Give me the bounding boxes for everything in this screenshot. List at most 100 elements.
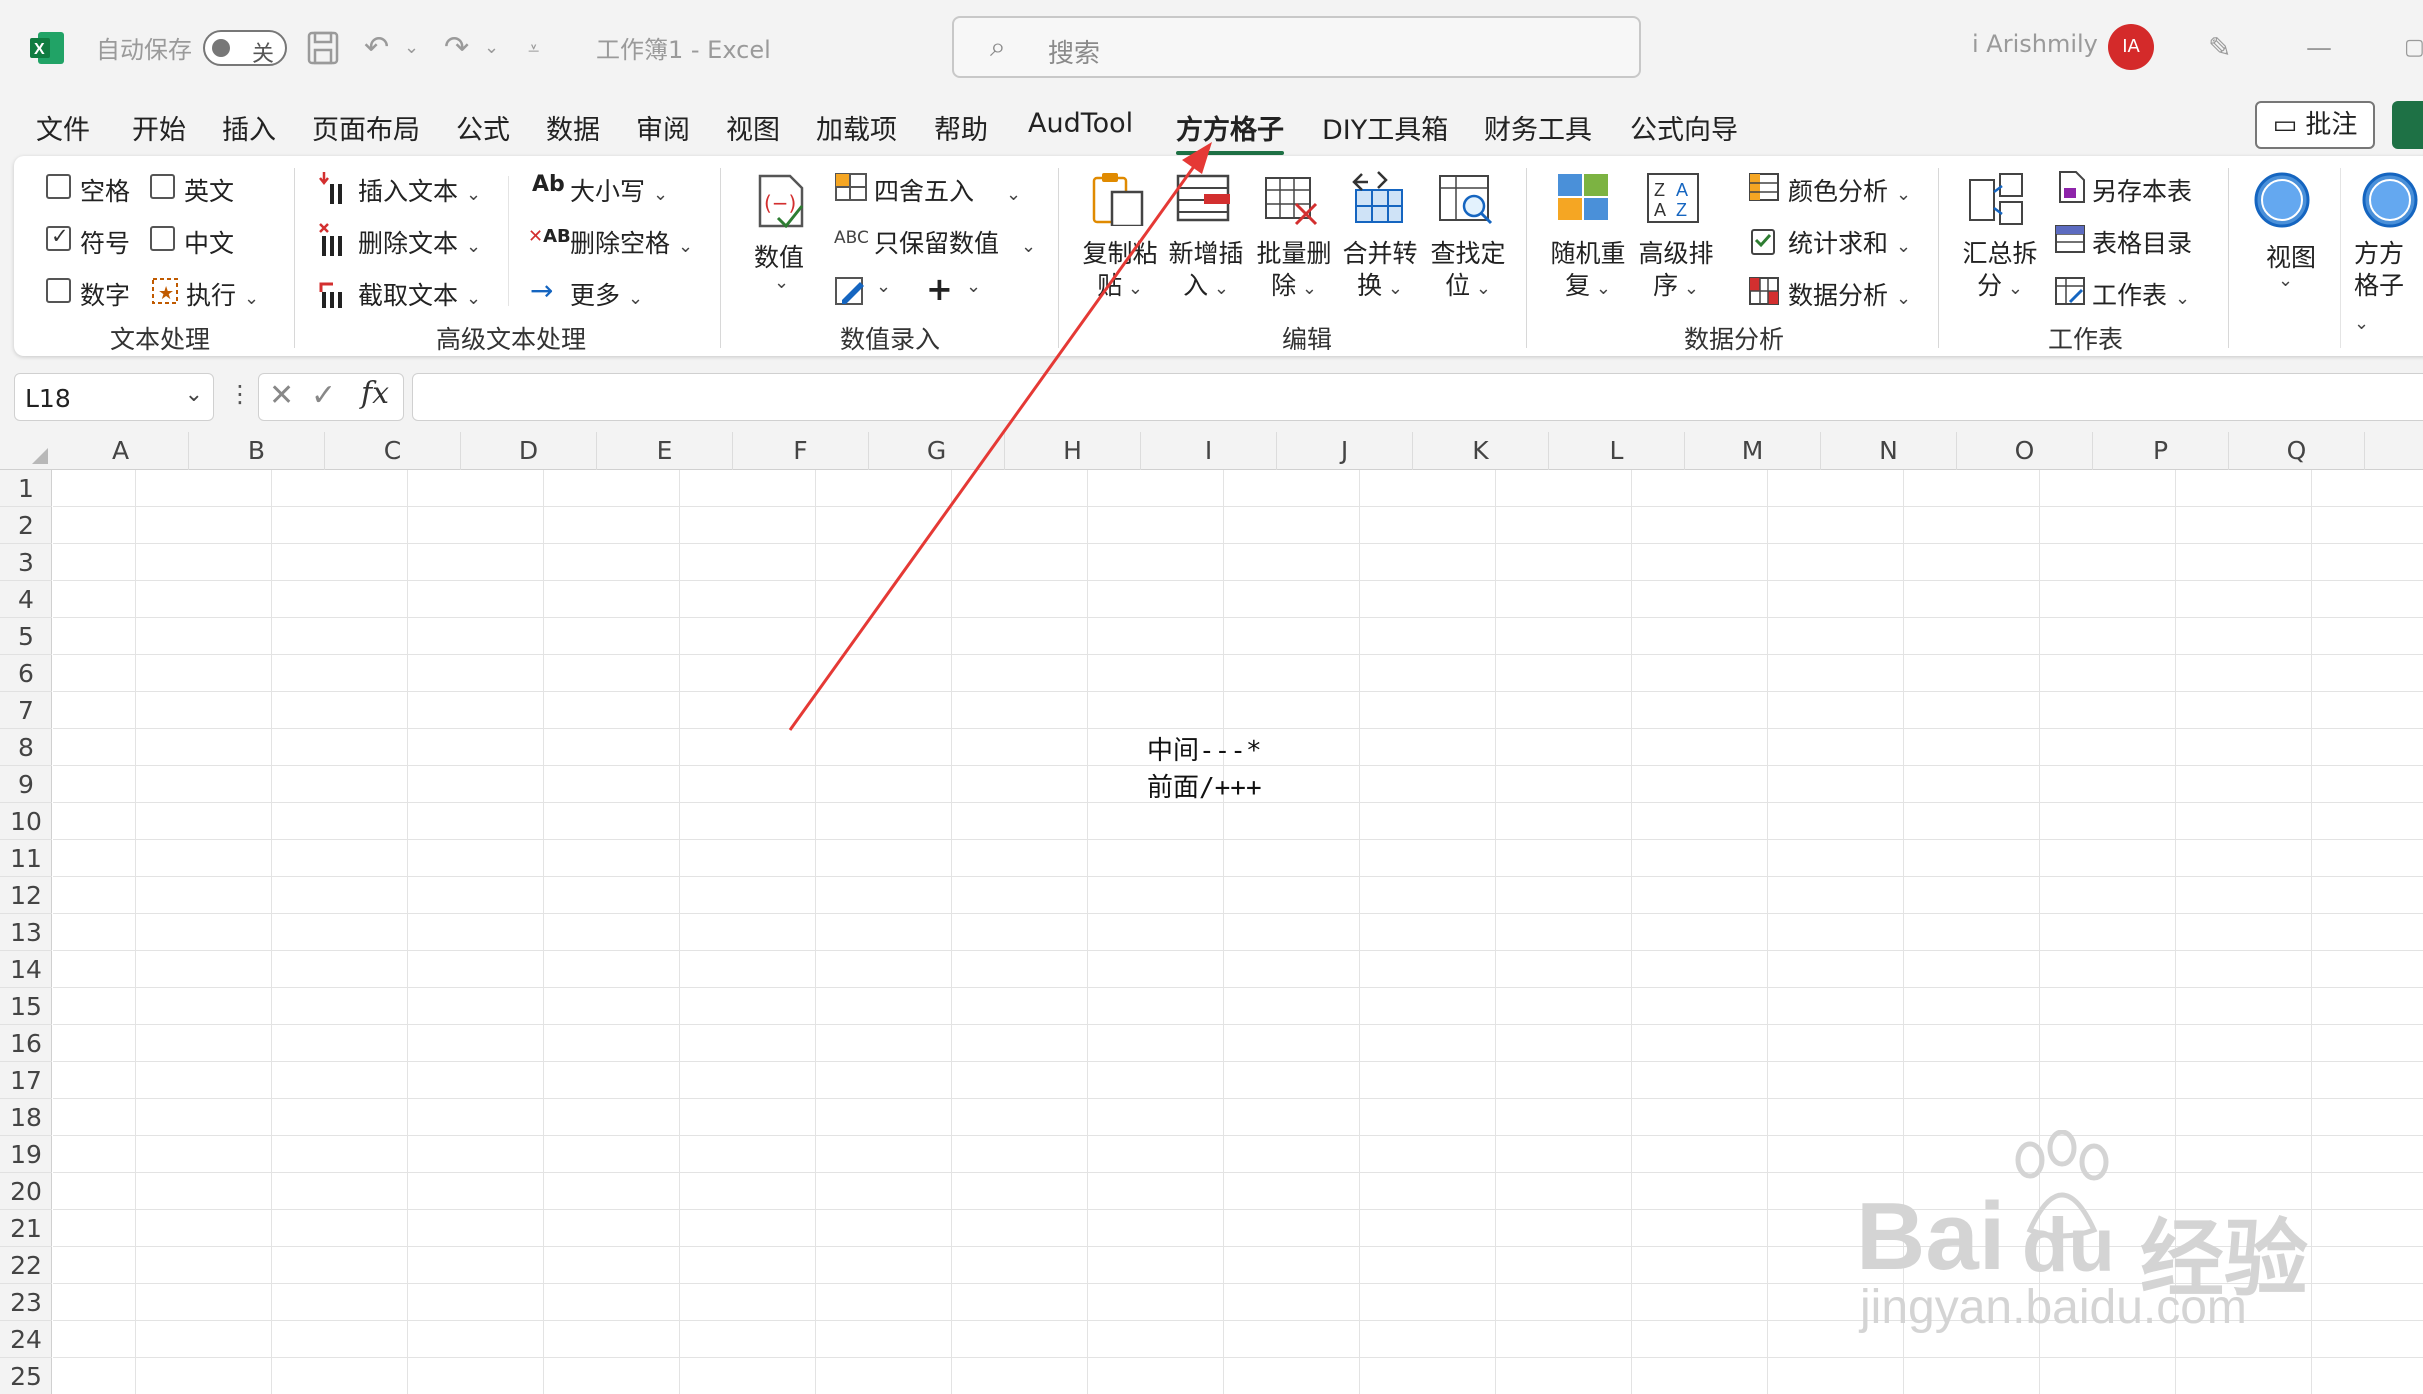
column-header-B[interactable]: B [189,432,325,470]
row-header-15[interactable]: 15 [0,988,52,1025]
chevron-down-icon[interactable]: ⌄ [774,272,789,293]
redo-icon[interactable]: ↷ [444,30,469,66]
minimize-icon[interactable]: — [2306,30,2332,66]
chevron-down-icon[interactable]: ⌄ [2278,270,2293,291]
sheet-index-button[interactable]: 表格目录 [2092,224,2192,260]
chevron-down-icon[interactable]: ⌄ [876,276,891,297]
column-header-L[interactable]: L [1549,432,1685,470]
row-header-8[interactable]: 8 [0,729,52,766]
row-header-4[interactable]: 4 [0,581,52,618]
find-locate-button[interactable]: 查找定位 ⌄ [1428,238,1508,305]
row-header-10[interactable]: 10 [0,803,52,840]
worksheet-button[interactable]: 工作表 ⌄ [2092,276,2190,312]
row-header-7[interactable]: 7 [0,692,52,729]
tab-insert[interactable]: 插入 [222,108,276,147]
column-header-E[interactable]: E [597,432,733,470]
tab-home[interactable]: 开始 [132,108,186,147]
column-header-H[interactable]: H [1005,432,1141,470]
tab-file[interactable]: 文件 [36,108,90,147]
row-header-21[interactable]: 21 [0,1210,52,1247]
execute-button[interactable]: 执行 ⌄ [186,276,259,312]
view-button[interactable]: 视图 [2266,238,2316,274]
tab-diy-toolbox[interactable]: DIY工具箱 [1322,108,1448,147]
row-header-14[interactable]: 14 [0,951,52,988]
row-header-9[interactable]: 9 [0,766,52,803]
random-repeat-button[interactable]: 随机重复 ⌄ [1548,238,1628,305]
checkbox-chinese[interactable] [150,226,175,251]
row-header-18[interactable]: 18 [0,1099,52,1136]
column-header-Q[interactable]: Q [2229,432,2365,470]
user-name[interactable]: i Arishmily [1972,30,2098,58]
column-header-A[interactable]: A [53,432,189,470]
tab-ffgz[interactable]: 方方格子 [1176,108,1284,155]
tab-page-layout[interactable]: 页面布局 [312,108,420,147]
tab-formulas[interactable]: 公式 [456,108,510,147]
row-header-25[interactable]: 25 [0,1358,52,1394]
row-header-19[interactable]: 19 [0,1136,52,1173]
tab-addins[interactable]: 加载项 [816,108,897,147]
plus-icon[interactable]: + [926,270,953,308]
tab-data[interactable]: 数据 [546,108,600,147]
extract-text-button[interactable]: 截取文本 ⌄ [358,276,481,312]
insert-function-icon[interactable]: fx [361,376,389,411]
cell-I8[interactable]: 前面/+++ [1147,767,1262,804]
column-header-F[interactable]: F [733,432,869,470]
row-header-17[interactable]: 17 [0,1062,52,1099]
column-header-O[interactable]: O [1957,432,2093,470]
column-header-G[interactable]: G [869,432,1005,470]
designer-pen-icon[interactable]: ✎ [2208,30,2231,66]
round-button[interactable]: 四舍五入 ⌄ [874,172,1021,208]
checkbox-number[interactable] [46,278,71,303]
delete-spaces-button[interactable]: 删除空格 ⌄ [570,224,693,260]
cell-I7[interactable]: 中间---* [1147,730,1262,767]
ffgz-button[interactable]: 方方格子 ⌄ [2354,238,2423,340]
merge-convert-button[interactable]: 合并转换 ⌄ [1340,238,1420,305]
undo-icon[interactable]: ↶ [364,30,389,66]
share-button[interactable] [2392,101,2423,149]
value-button[interactable]: 数值 [754,238,804,274]
autosave-toggle[interactable]: 关 [203,30,287,67]
formula-input[interactable] [412,373,2423,421]
row-header-2[interactable]: 2 [0,507,52,544]
delete-text-button[interactable]: 删除文本 ⌄ [358,224,481,260]
select-all-icon[interactable] [30,446,50,466]
checkbox-english[interactable] [150,174,175,199]
search-box[interactable]: ⌕ 搜索 [952,16,1641,78]
tab-audtool[interactable]: AudTool [1028,108,1133,139]
advanced-sort-button[interactable]: 高级排序 ⌄ [1636,238,1716,305]
column-header-I[interactable]: I [1141,432,1277,470]
tab-help[interactable]: 帮助 [934,108,988,147]
row-header-20[interactable]: 20 [0,1173,52,1210]
row-header-13[interactable]: 13 [0,914,52,951]
batch-delete-button[interactable]: 批量删除 ⌄ [1254,238,1334,305]
column-header-D[interactable]: D [461,432,597,470]
enter-check-icon[interactable]: ✓ [311,378,336,413]
column-header-C[interactable]: C [325,432,461,470]
insert-text-button[interactable]: 插入文本 ⌄ [358,172,481,208]
copy-paste-button[interactable]: 复制粘贴 ⌄ [1080,238,1160,305]
avatar[interactable]: IA [2108,24,2154,70]
maximize-icon[interactable]: ▢ [2404,30,2423,66]
more-button[interactable]: 更多 ⌄ [570,276,643,312]
save-icon[interactable] [306,30,340,66]
add-insert-button[interactable]: 新增插入 ⌄ [1166,238,1246,305]
comments-button[interactable]: ▭ 批注 [2255,101,2375,149]
case-button[interactable]: 大小写 ⌄ [570,172,668,208]
save-sheet-button[interactable]: 另存本表 [2092,172,2192,208]
stat-sum-button[interactable]: 统计求和 ⌄ [1788,224,1911,260]
row-header-11[interactable]: 11 [0,840,52,877]
color-analysis-button[interactable]: 颜色分析 ⌄ [1788,172,1911,208]
customize-quick-access-icon[interactable]: ⩡ [528,30,539,66]
checkbox-symbol[interactable] [46,224,71,251]
column-header-J[interactable]: J [1277,432,1413,470]
row-header-3[interactable]: 3 [0,544,52,581]
tab-formula-wizard[interactable]: 公式向导 [1630,108,1738,147]
row-header-22[interactable]: 22 [0,1247,52,1284]
row-header-24[interactable]: 24 [0,1321,52,1358]
chevron-down-icon[interactable]: ⌄ [966,276,981,297]
name-box[interactable]: L18 ⌄ [14,373,214,421]
row-header-5[interactable]: 5 [0,618,52,655]
column-header-P[interactable]: P [2093,432,2229,470]
tab-view[interactable]: 视图 [726,108,780,147]
chevron-down-icon[interactable]: ⌄ [185,382,203,407]
